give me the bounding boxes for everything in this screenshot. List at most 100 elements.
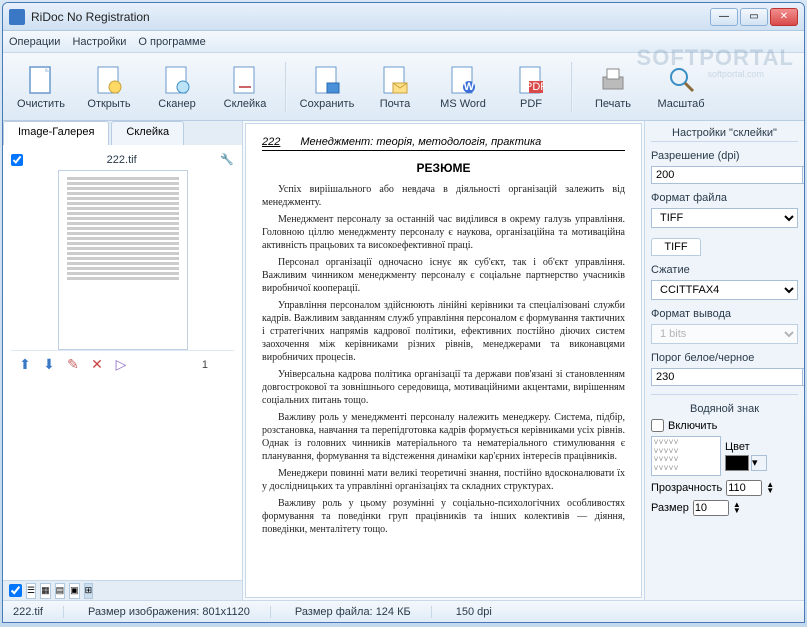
separator (571, 62, 573, 112)
menu-about[interactable]: О программе (138, 36, 205, 48)
msword-button[interactable]: W MS Word (431, 58, 495, 116)
separator (285, 62, 287, 112)
scale-button[interactable]: Масштаб (649, 58, 713, 116)
menu-settings[interactable]: Настройки (72, 36, 126, 48)
preview-para: Важливу роль у цьому розумінні у соціаль… (262, 497, 625, 536)
mail-icon (379, 64, 411, 96)
page-icon (25, 64, 57, 96)
play-icon[interactable]: ▷ (113, 357, 129, 373)
preview-para: Менеджмент персоналу за останній час вид… (262, 213, 625, 252)
svg-text:W: W (464, 81, 475, 93)
preview-para: Менеджери повинні мати великі теоретичні… (262, 467, 625, 493)
edit-icon[interactable]: ✎ (65, 357, 81, 373)
wm-enable-checkbox[interactable] (651, 419, 664, 432)
page-number: 1 (202, 359, 228, 371)
view-list-icon[interactable]: ☰ (26, 583, 36, 599)
word-icon: W (447, 64, 479, 96)
preview-para: Персонал організації одночасно існує як … (262, 256, 625, 295)
compress-select[interactable]: CCITTFAX4 (651, 280, 798, 300)
wm-enable-label: Включить (668, 420, 717, 432)
clear-button[interactable]: Очистить (9, 58, 73, 116)
view-detail-icon[interactable]: ▣ (69, 583, 80, 599)
compress-label: Сжатие (651, 264, 798, 276)
tab-stitch[interactable]: Склейка (111, 121, 184, 145)
tiff-tab[interactable]: TIFF (651, 238, 701, 256)
wm-color-swatch[interactable] (725, 455, 749, 471)
wm-size-label: Размер (651, 502, 689, 514)
preview-para: Управління персоналом здійснюють лінійні… (262, 299, 625, 364)
res-label: Разрешение (dpi) (651, 150, 798, 162)
fmt-select[interactable]: TIFF (651, 208, 798, 228)
titlebar: RiDoc No Registration — ▭ ✕ (3, 3, 804, 31)
wm-opacity-label: Прозрачность (651, 482, 722, 494)
status-dpi: 150 dpi (456, 606, 492, 618)
print-icon (597, 64, 629, 96)
preview-para: Важливу роль у менеджменті персоналу нал… (262, 411, 625, 463)
open-button[interactable]: Открыть (77, 58, 141, 116)
status-imgsize-label: Размер изображения: (88, 606, 199, 618)
stitch-icon (229, 64, 261, 96)
thresh-label: Порог белое/черное (651, 352, 798, 364)
arrow-down-icon[interactable]: ⬇ (41, 357, 57, 373)
page-num: 222 (262, 136, 280, 148)
bottom-toolbar: ☰ ▦ ▤ ▣ ⊞ (3, 580, 242, 600)
wrench-icon[interactable]: 🔧 (220, 153, 234, 166)
window-title: RiDoc No Registration (31, 10, 710, 24)
menubar: Операции Настройки О программе (3, 31, 804, 53)
gallery: 222.tif 🔧 ⬆ ⬇ ✎ ✕ ▷ 1 (3, 145, 242, 580)
wm-color-picker[interactable]: ▾ (751, 455, 767, 471)
stitch-button[interactable]: Склейка (213, 58, 277, 116)
arrow-up-icon[interactable]: ⬆ (17, 357, 33, 373)
wm-color-label: Цвет (725, 441, 767, 453)
thumb-row: 222.tif 🔧 (11, 153, 234, 166)
close-button[interactable]: ✕ (770, 8, 798, 26)
preview-para: Універсальна кадрова політика організаці… (262, 368, 625, 407)
watermark-sub: softportal.com (707, 69, 764, 79)
save-icon (311, 64, 343, 96)
thumb-name: 222.tif (29, 154, 214, 166)
thresh-browse[interactable]: … (803, 368, 804, 386)
right-header: Настройки "склейки" (651, 125, 798, 142)
pdf-button[interactable]: PDF PDF (499, 58, 563, 116)
app-icon (9, 9, 25, 25)
spinner-icon[interactable]: ▲▼ (733, 502, 741, 514)
scanner-button[interactable]: Сканер (145, 58, 209, 116)
spinner-icon[interactable]: ▲▼ (766, 482, 774, 494)
thresh-input[interactable] (651, 368, 803, 386)
select-all-checkbox[interactable] (9, 584, 22, 597)
view-tiles-icon[interactable]: ⊞ (84, 583, 94, 599)
wm-size-input[interactable] (693, 500, 729, 516)
view-thumb-icon[interactable]: ▦ (40, 583, 51, 599)
res-input[interactable] (651, 166, 803, 184)
scanner-icon (161, 64, 193, 96)
menu-operations[interactable]: Операции (9, 36, 60, 48)
toolbar: Очистить Открыть Сканер Склейка Сохранит… (3, 53, 804, 121)
fmt-label: Формат файла (651, 192, 798, 204)
preview-pane: 222 Менеджмент: теорія, методологія, прак… (245, 123, 642, 598)
page-header: Менеджмент: теорія, методологія, практик… (300, 136, 541, 148)
tab-gallery[interactable]: Image-Галерея (3, 121, 109, 145)
save-button[interactable]: Сохранить (295, 58, 359, 116)
minimize-button[interactable]: — (710, 8, 738, 26)
status-imgsize: 801x1120 (202, 606, 250, 618)
print-button[interactable]: Печать (581, 58, 645, 116)
wm-preview: VVVVVVVVVVVVVVVVVVVV (651, 436, 721, 476)
svg-text:PDF: PDF (525, 81, 545, 93)
wm-header: Водяной знак (651, 403, 798, 415)
res-browse[interactable]: … (803, 166, 804, 184)
statusbar: 222.tif Размер изображения: 801x1120 Раз… (3, 600, 804, 622)
view-grid-icon[interactable]: ▤ (55, 583, 66, 599)
left-tabs: Image-Галерея Склейка (3, 121, 242, 145)
delete-icon[interactable]: ✕ (89, 357, 105, 373)
wm-opacity-input[interactable] (726, 480, 762, 496)
gallery-tools: ⬆ ⬇ ✎ ✕ ▷ 1 (11, 350, 234, 378)
resume-heading: РЕЗЮМЕ (262, 161, 625, 175)
pdf-icon: PDF (515, 64, 547, 96)
mail-button[interactable]: Почта (363, 58, 427, 116)
zoom-icon (665, 64, 697, 96)
right-panel: Настройки "склейки" Разрешение (dpi) … Ф… (644, 121, 804, 600)
thumb-checkbox[interactable] (11, 154, 23, 166)
output-label: Формат вывода (651, 308, 798, 320)
maximize-button[interactable]: ▭ (740, 8, 768, 26)
thumbnail[interactable] (58, 170, 188, 350)
